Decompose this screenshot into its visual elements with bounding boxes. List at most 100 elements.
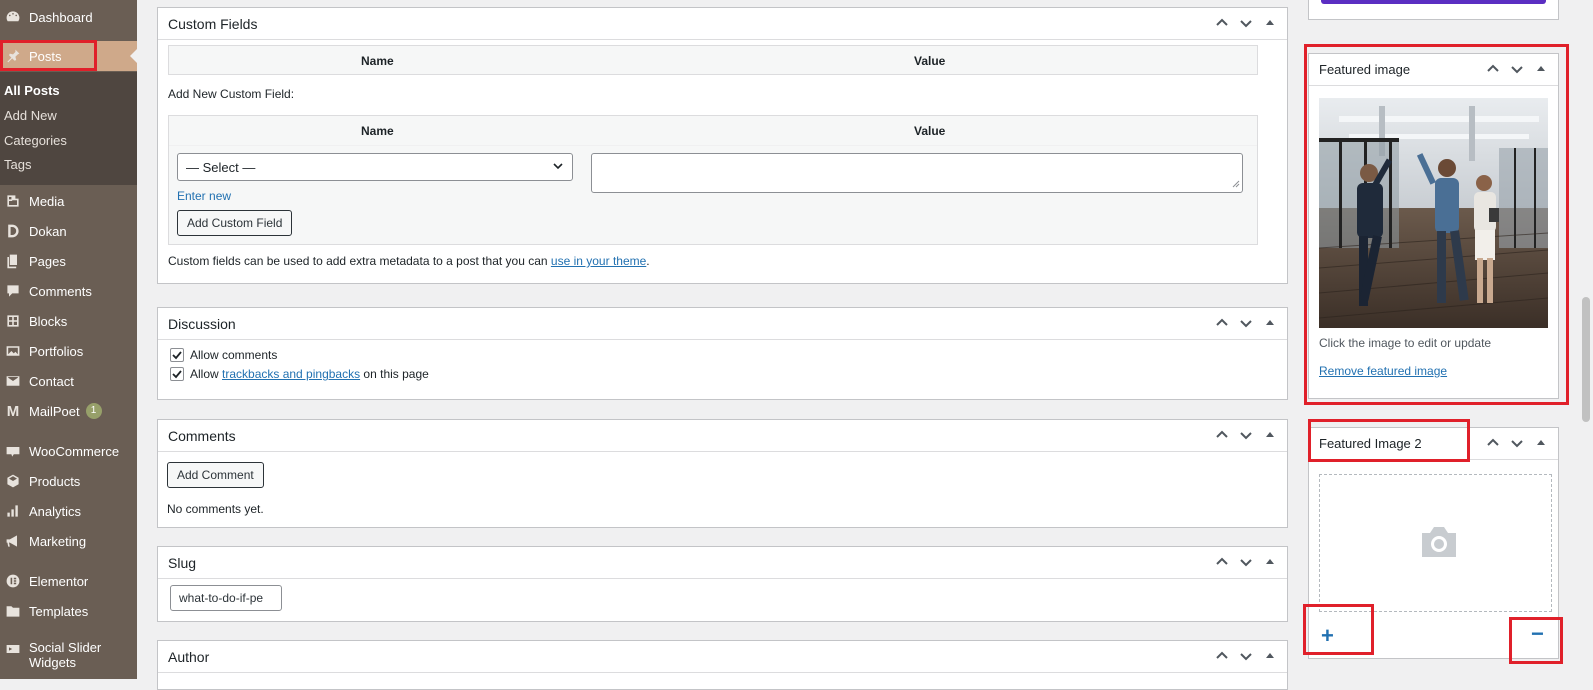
move-down-icon[interactable] xyxy=(1237,553,1255,571)
featured-image-header: Featured image xyxy=(1309,54,1558,86)
toggle-panel-icon[interactable] xyxy=(1532,60,1550,78)
author-header: Author xyxy=(158,641,1287,673)
field-value-textarea[interactable] xyxy=(591,153,1243,193)
menu-mailpoet[interactable]: M MailPoet 1 xyxy=(0,398,137,424)
toggle-panel-icon[interactable] xyxy=(1261,314,1279,332)
allow-pings-suffix: on this page xyxy=(360,367,429,381)
menu-social-slider-label: Social Slider Widgets xyxy=(29,640,102,670)
custom-fields-box: Custom Fields Name Value Add New Custom … xyxy=(157,7,1288,284)
featured-image-title: Featured image xyxy=(1319,62,1411,77)
menu-dokan[interactable]: Dokan xyxy=(0,218,137,244)
toggle-panel-icon[interactable] xyxy=(1261,647,1279,665)
menu-blocks[interactable]: Blocks xyxy=(0,308,137,334)
menu-comments[interactable]: Comments xyxy=(0,278,137,304)
publish-box-partial xyxy=(1308,0,1559,20)
dashboard-icon xyxy=(4,8,22,26)
portfolio-icon xyxy=(4,342,22,360)
image-placeholder-dropzone[interactable] xyxy=(1319,474,1552,612)
move-down-icon[interactable] xyxy=(1237,426,1255,444)
move-up-icon[interactable] xyxy=(1484,60,1502,78)
menu-media[interactable]: Media xyxy=(0,188,137,214)
submenu-tags[interactable]: Tags xyxy=(4,157,31,172)
move-up-icon[interactable] xyxy=(1213,553,1231,571)
toggle-panel-icon[interactable] xyxy=(1532,434,1550,452)
comments-handles xyxy=(1213,426,1279,444)
featured-image-photo[interactable] xyxy=(1319,98,1548,328)
allow-comments-label: Allow comments xyxy=(190,348,278,362)
move-down-icon[interactable] xyxy=(1237,647,1255,665)
remove-featured-image-link[interactable]: Remove featured image xyxy=(1319,364,1447,378)
add-image-plus-button[interactable]: + xyxy=(1321,623,1334,649)
add-comment-button[interactable]: Add Comment xyxy=(167,462,264,488)
move-down-icon[interactable] xyxy=(1237,14,1255,32)
menu-analytics-label: Analytics xyxy=(29,503,82,519)
submenu-add-new[interactable]: Add New xyxy=(4,108,57,123)
menu-marketing[interactable]: Marketing xyxy=(0,528,137,554)
new-col-name: Name xyxy=(361,124,394,138)
trackbacks-link[interactable]: trackbacks and pingbacks xyxy=(222,367,360,381)
mailpoet-count-badge: 1 xyxy=(85,403,102,419)
toggle-panel-icon[interactable] xyxy=(1261,426,1279,444)
toggle-panel-icon[interactable] xyxy=(1261,14,1279,32)
remove-image-minus-button[interactable]: − xyxy=(1531,621,1544,647)
pin-icon xyxy=(4,47,22,65)
move-down-icon[interactable] xyxy=(1237,314,1255,332)
menu-woocommerce-label: WooCommerce xyxy=(29,443,120,459)
menu-templates-label: Templates xyxy=(29,603,89,619)
submenu-categories[interactable]: Categories xyxy=(4,133,67,148)
mail-icon xyxy=(4,372,22,390)
move-up-icon[interactable] xyxy=(1213,14,1231,32)
menu-social-slider[interactable]: Social Slider Widgets xyxy=(0,640,137,676)
toggle-panel-icon[interactable] xyxy=(1261,553,1279,571)
menu-products[interactable]: Products xyxy=(0,468,137,494)
use-in-theme-link[interactable]: use in your theme xyxy=(551,254,646,268)
move-up-icon[interactable] xyxy=(1484,434,1502,452)
scrollbar-thumb[interactable] xyxy=(1582,297,1590,422)
discussion-header: Discussion xyxy=(158,308,1287,340)
new-field-table: Name Value — Select — Enter new Add Cust… xyxy=(168,115,1258,245)
menu-products-label: Products xyxy=(29,473,81,489)
featured-image-handles xyxy=(1484,60,1550,78)
move-down-icon[interactable] xyxy=(1508,60,1526,78)
author-box: Author xyxy=(157,640,1288,690)
elementor-icon xyxy=(4,572,22,590)
custom-fields-note-suffix: . xyxy=(646,254,650,268)
custom-fields-header: Custom Fields xyxy=(158,8,1287,40)
slug-input[interactable]: what-to-do-if-pe xyxy=(170,585,282,611)
comments-title: Comments xyxy=(168,427,236,444)
menu-contact[interactable]: Contact xyxy=(0,368,137,394)
posts-submenu: All Posts Add New Categories Tags xyxy=(0,72,137,185)
menu-posts[interactable]: Posts xyxy=(0,41,137,71)
field-name-select[interactable]: — Select — xyxy=(177,153,573,181)
menu-dashboard[interactable]: Dashboard xyxy=(0,4,137,30)
featured-image-2-title: Featured Image 2 xyxy=(1319,436,1422,451)
purple-action-button[interactable] xyxy=(1321,0,1546,4)
menu-elementor[interactable]: Elementor xyxy=(0,568,137,594)
menu-mailpoet-label: MailPoet xyxy=(29,403,80,419)
enter-new-link[interactable]: Enter new xyxy=(177,189,231,203)
add-custom-field-button[interactable]: Add Custom Field xyxy=(177,210,293,236)
menu-comments-label: Comments xyxy=(29,283,92,299)
admin-sidebar: Dashboard Posts All Posts Add New Catego… xyxy=(0,0,137,679)
featured-image-2-box: Featured Image 2 + − xyxy=(1308,427,1559,659)
menu-analytics[interactable]: Analytics xyxy=(0,498,137,524)
custom-fields-note: Custom fields can be used to add extra m… xyxy=(168,254,650,268)
custom-fields-title: Custom Fields xyxy=(168,15,258,32)
allow-pings-checkbox[interactable] xyxy=(170,367,184,381)
page-scrollbar[interactable] xyxy=(1579,0,1593,679)
menu-templates[interactable]: Templates xyxy=(0,598,137,624)
menu-portfolios[interactable]: Portfolios xyxy=(0,338,137,364)
social-slider-icon xyxy=(4,640,22,658)
submenu-all-posts[interactable]: All Posts xyxy=(4,83,60,98)
blocks-icon xyxy=(4,312,22,330)
move-up-icon[interactable] xyxy=(1213,426,1231,444)
menu-pages[interactable]: Pages xyxy=(0,248,137,274)
move-up-icon[interactable] xyxy=(1213,647,1231,665)
allow-comments-checkbox[interactable] xyxy=(170,348,184,362)
new-field-header-row: Name Value xyxy=(169,116,1257,146)
move-down-icon[interactable] xyxy=(1508,434,1526,452)
menu-woocommerce[interactable]: WooCommerce xyxy=(0,438,137,464)
menu-dokan-label: Dokan xyxy=(29,223,67,239)
custom-fields-handles xyxy=(1213,14,1279,32)
move-up-icon[interactable] xyxy=(1213,314,1231,332)
